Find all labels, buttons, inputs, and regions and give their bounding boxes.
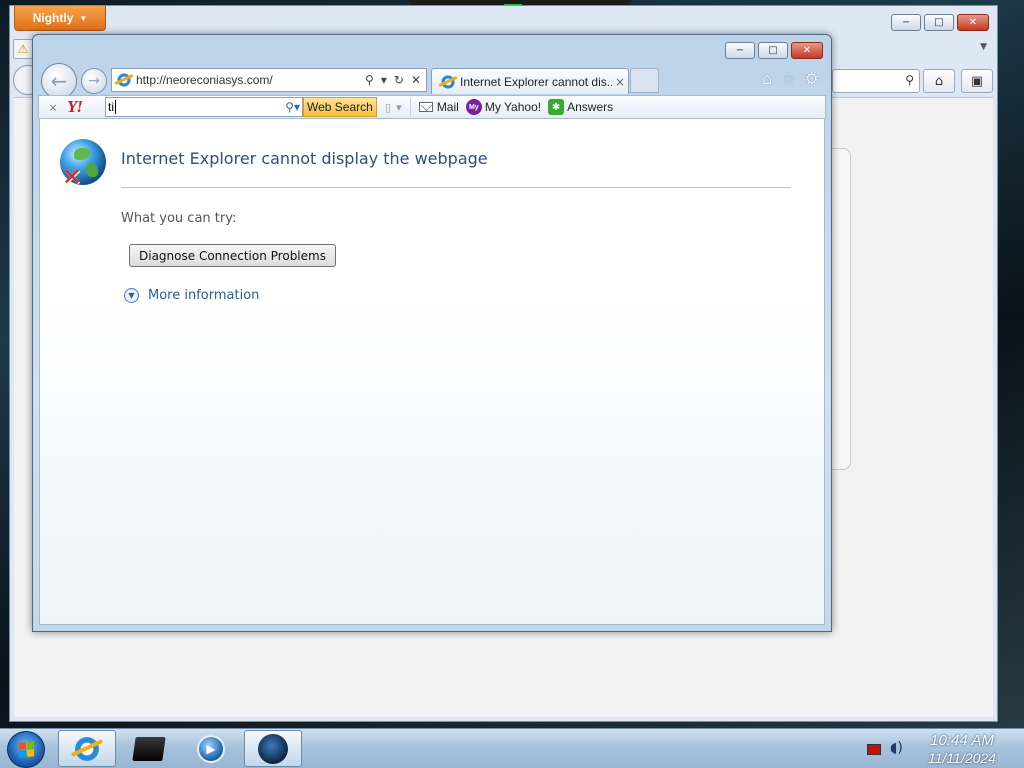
internet-explorer-window: − □ ✕ ← → http://neoreconiasys.com/ ⚲ ▾ …	[32, 34, 832, 632]
toolbar-link-mail[interactable]: Mail	[418, 99, 459, 115]
clock-time[interactable]: 10:44 AM	[914, 732, 1010, 749]
nightly-menu-label: Nightly	[32, 11, 74, 25]
bookmark-icon: ▣	[970, 73, 984, 89]
yahoo-logo[interactable]: Y!	[67, 97, 105, 117]
media-player-icon: ▶	[197, 734, 225, 763]
taskbar-media-player[interactable]: ▶	[182, 730, 240, 767]
yahoo-toolbar: × Y! ti ⚲▾ Web Search ▯ ▾ Mail My My Yah…	[38, 95, 826, 119]
firefox-minimize-button[interactable]: −	[891, 14, 921, 31]
address-url[interactable]: http://neoreconiasys.com/	[136, 73, 365, 87]
diagnose-connection-button[interactable]: Diagnose Connection Problems	[129, 244, 336, 267]
web-search-label: Web Search	[307, 100, 373, 114]
ie-page-icon	[116, 72, 132, 88]
toolbar-link-answers[interactable]: ✱ Answers	[548, 99, 613, 115]
ie-tab-icon	[440, 73, 456, 90]
taskbar-internet-explorer[interactable]	[58, 730, 116, 767]
more-information-link[interactable]: More information	[148, 288, 259, 303]
minimize-icon: −	[735, 45, 745, 56]
firefox-window-controls: − □ ✕	[891, 14, 989, 31]
toolbar-close-icon[interactable]: ×	[39, 101, 67, 114]
nightly-menu-button[interactable]: Nightly ▼	[14, 6, 106, 31]
address-bar[interactable]: http://neoreconiasys.com/ ⚲ ▾ ↻ ✕	[111, 68, 427, 92]
firefox-close-button[interactable]: ✕	[957, 14, 989, 31]
expand-chevron-icon[interactable]: ▼	[124, 288, 139, 303]
address-bar-tools: ⚲ ▾ ↻ ✕	[365, 73, 426, 87]
ie-back-button[interactable]: ←	[41, 63, 77, 99]
refresh-icon[interactable]: ↻	[394, 73, 404, 87]
tab-title: Internet Explorer cannot dis...	[460, 74, 612, 89]
favorites-star-icon[interactable]: ☆	[781, 69, 795, 88]
maximize-icon: □	[934, 17, 944, 28]
windows-logo-icon	[18, 741, 34, 758]
ie-maximize-button[interactable]: □	[758, 42, 788, 59]
arrow-right-icon: →	[88, 73, 100, 89]
taskbar-terminal[interactable]	[120, 730, 178, 767]
ie-content-area: ✕ Internet Explorer cannot display the w…	[39, 119, 825, 625]
firefox-home-button[interactable]: ⌂	[923, 69, 955, 93]
maximize-icon: □	[768, 45, 778, 56]
divider	[121, 187, 791, 188]
search-icon[interactable]: ⚲▾	[285, 100, 300, 114]
search-icon: ⚲	[905, 73, 914, 87]
close-icon: ✕	[802, 45, 812, 56]
ie-command-icons: ⌂ ☆ ⚙	[762, 69, 819, 88]
toolbar-link-label: My Yahoo!	[484, 100, 542, 114]
firefox-bookmarks-button[interactable]: ▣	[961, 69, 993, 93]
ie-minimize-button[interactable]: −	[725, 42, 755, 59]
clock-date[interactable]: 11/11/2024	[914, 750, 1010, 766]
warning-icon[interactable]: ⚠	[13, 39, 33, 59]
toolbar-person-icon: ▯	[385, 100, 392, 114]
firefox-nightly-icon	[258, 733, 288, 764]
ie-forward-button[interactable]: →	[81, 68, 107, 94]
new-tab-button[interactable]	[630, 68, 659, 93]
close-icon: ✕	[968, 17, 978, 28]
more-information-toggle[interactable]: ▼ More information	[124, 288, 259, 303]
yahoo-search-input[interactable]: ti ⚲▾	[105, 97, 303, 117]
home-icon: ⌂	[934, 73, 944, 89]
minimize-icon: −	[901, 17, 911, 28]
dropdown-arrow-icon[interactable]: ▾	[381, 73, 387, 87]
toolbar-settings[interactable]: ▯ ▾	[377, 98, 411, 116]
answers-icon: ✱	[548, 99, 565, 115]
firefox-search-input[interactable]: ⚲	[832, 69, 920, 93]
ie-close-button[interactable]: ✕	[791, 42, 823, 59]
tab-close-icon[interactable]: ×	[612, 75, 628, 89]
action-center-flag-icon[interactable]	[867, 744, 881, 755]
what-you-can-try-label: What you can try:	[121, 211, 237, 226]
toolbar-link-label: Answers	[567, 100, 614, 114]
search-input-value: ti	[108, 100, 116, 114]
chevron-down-icon: ▼	[79, 13, 88, 23]
taskbar-firefox-nightly[interactable]	[244, 730, 302, 767]
gear-icon[interactable]: ⚙	[805, 69, 819, 88]
ie-window-controls: − □ ✕	[725, 42, 823, 59]
web-search-button[interactable]: Web Search	[303, 97, 377, 117]
search-icon[interactable]: ⚲	[365, 73, 374, 87]
firefox-tab-list-button[interactable]: ▼	[980, 42, 987, 52]
internet-explorer-icon	[73, 734, 101, 763]
chevron-down-icon: ▾	[396, 100, 402, 114]
arrow-left-icon: ←	[50, 69, 68, 93]
toolbar-link-my-yahoo[interactable]: My My Yahoo!	[465, 99, 542, 115]
volume-icon[interactable]: ◖)	[890, 740, 903, 756]
error-title: Internet Explorer cannot display the web…	[121, 149, 488, 168]
home-icon[interactable]: ⌂	[762, 69, 772, 88]
start-button[interactable]	[7, 731, 45, 768]
terminal-icon	[132, 736, 166, 761]
error-x-icon: ✕	[61, 163, 83, 191]
mail-icon	[418, 102, 433, 112]
toolbar-link-label: Mail	[436, 100, 459, 114]
stop-icon[interactable]: ✕	[411, 73, 421, 87]
taskbar: ▶ ◖) 10:44 AM 11/11/2024	[0, 728, 1024, 768]
tab-error-page[interactable]: Internet Explorer cannot dis... ×	[431, 68, 629, 94]
my-yahoo-icon: My	[465, 99, 482, 115]
firefox-maximize-button[interactable]: □	[924, 14, 954, 31]
